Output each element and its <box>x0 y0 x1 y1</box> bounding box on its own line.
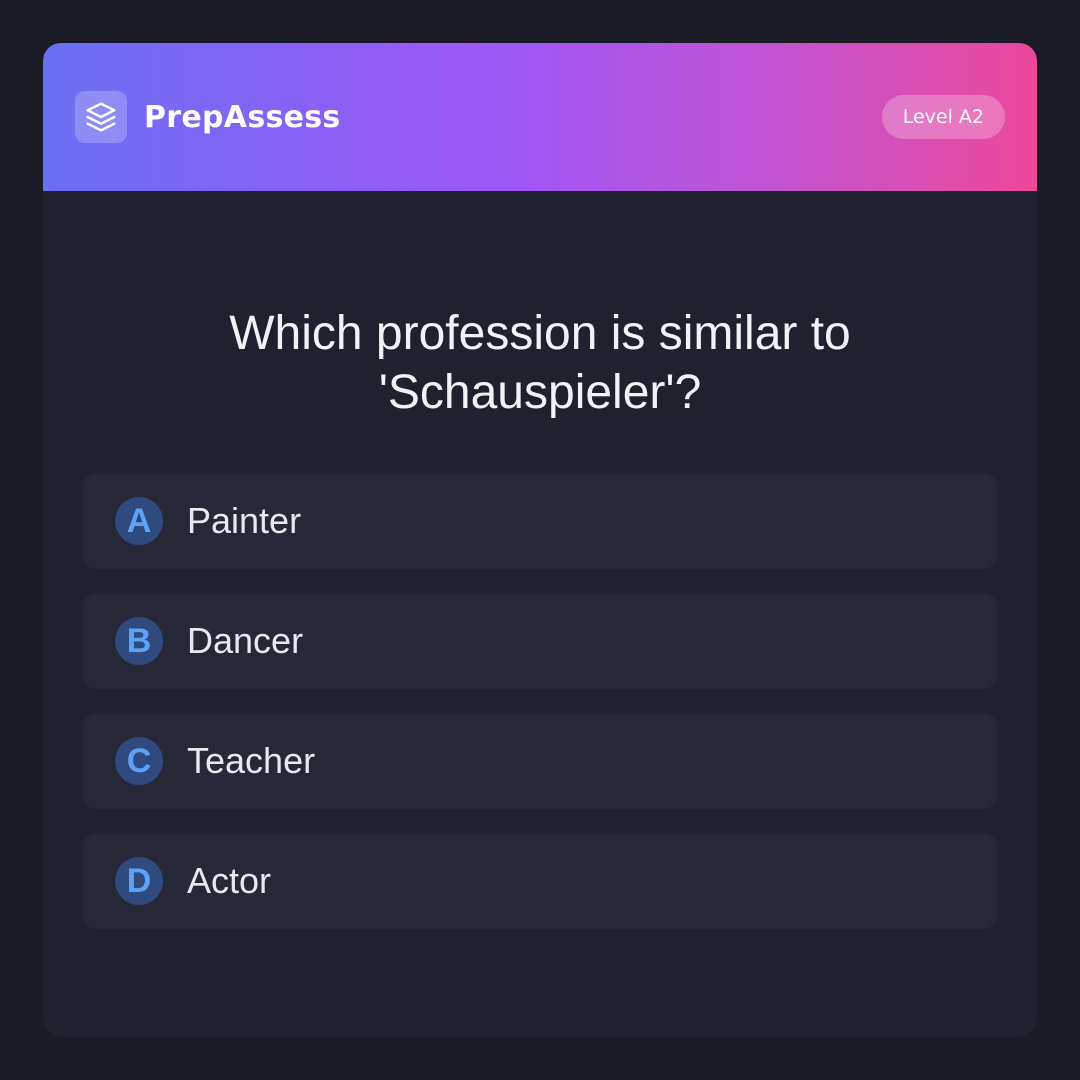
brand: PrepAssess <box>75 91 341 143</box>
quiz-card: PrepAssess Level A2 Which profession is … <box>43 43 1037 1037</box>
layers-icon <box>75 91 127 143</box>
quiz-body: Which profession is similar to 'Schauspi… <box>43 304 1037 929</box>
answer-options: A Painter B Dancer C Teacher D Actor <box>83 473 997 929</box>
brand-name: PrepAssess <box>144 99 341 135</box>
option-label: Actor <box>187 860 272 901</box>
option-label: Teacher <box>187 740 316 781</box>
question-text: Which profession is similar to 'Schauspi… <box>229 307 851 419</box>
answer-option-d[interactable]: D Actor <box>83 833 997 929</box>
answer-option-a[interactable]: A Painter <box>83 473 997 569</box>
option-letter-badge: A <box>115 497 163 545</box>
option-letter-badge: D <box>115 857 163 905</box>
level-badge: Level A2 <box>881 95 1005 139</box>
option-letter-badge: C <box>115 737 163 785</box>
option-label: Painter <box>187 500 302 541</box>
option-letter-badge: B <box>115 617 163 665</box>
option-label: Dancer <box>187 620 304 661</box>
app-header: PrepAssess Level A2 <box>43 43 1037 191</box>
answer-option-c[interactable]: C Teacher <box>83 713 997 809</box>
answer-option-b[interactable]: B Dancer <box>83 593 997 689</box>
